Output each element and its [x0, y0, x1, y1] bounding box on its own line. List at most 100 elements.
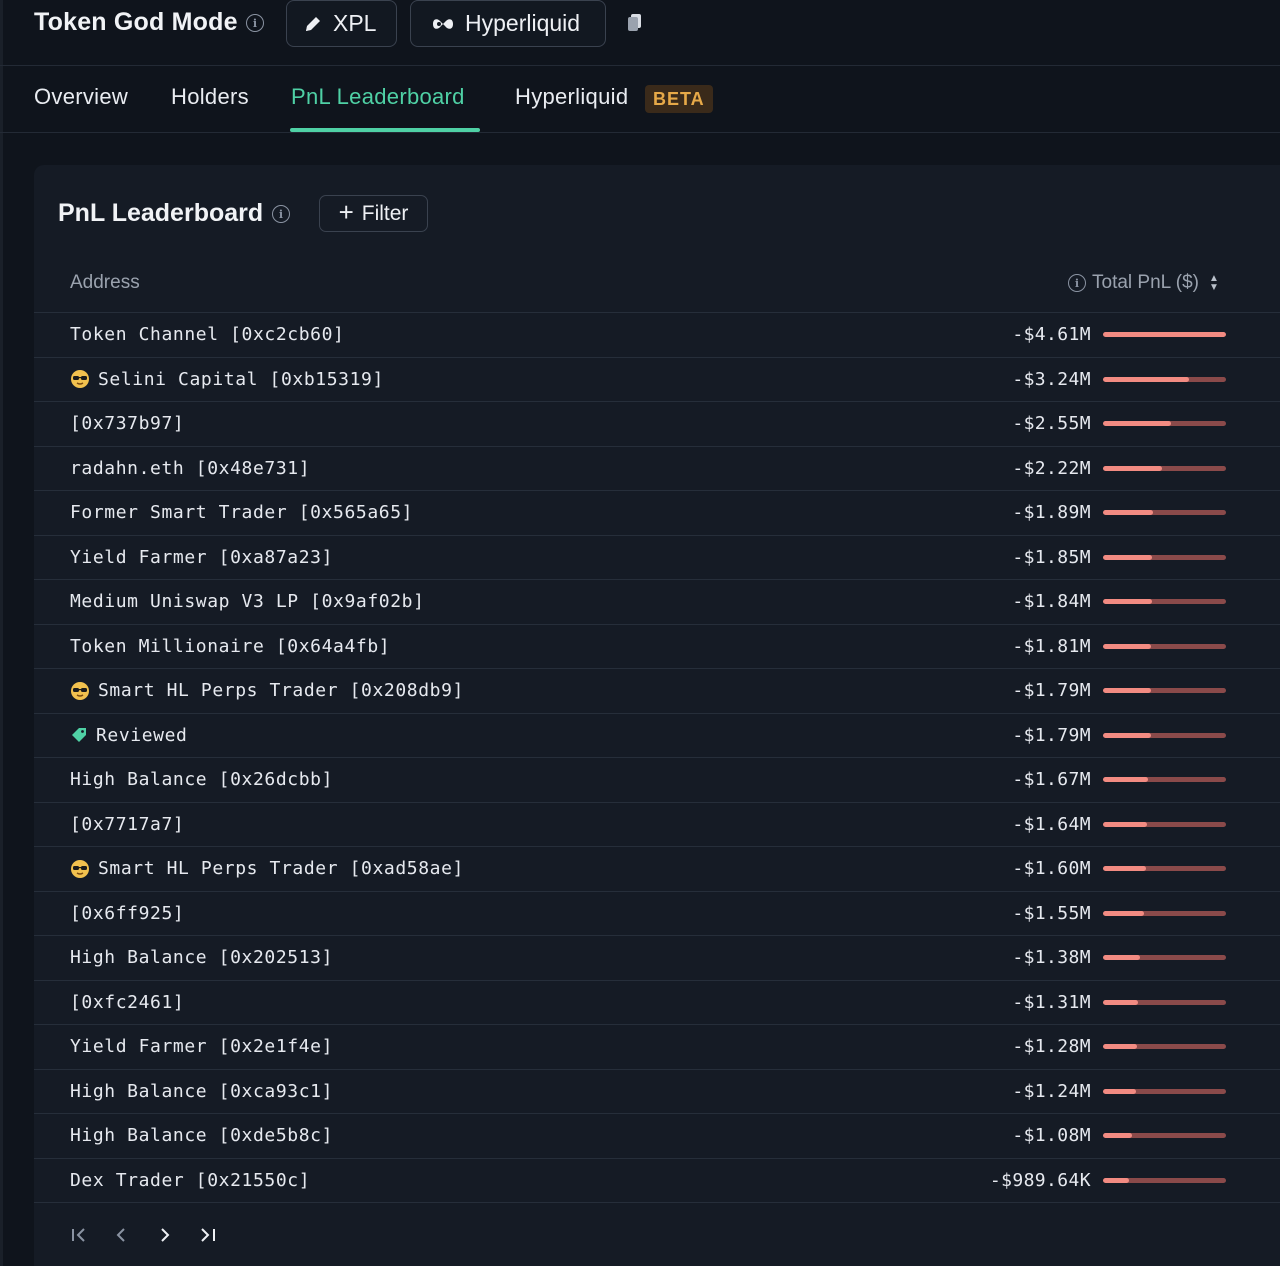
next-page-icon[interactable] [156, 1223, 199, 1247]
pnl-bar-fill [1103, 554, 1153, 560]
pnl-leaderboard-panel: PnL Leaderboard i + Filter Address i Tot… [34, 165, 1280, 1266]
first-page-icon[interactable] [70, 1223, 113, 1247]
pnl-bar [1103, 1177, 1226, 1183]
pnl-value: -$1.55M [1012, 902, 1091, 924]
address-label[interactable]: Dex Trader [0x21550c] [70, 1170, 310, 1191]
pnl-value: -$1.08M [1012, 1125, 1091, 1146]
tab-hyperliquid[interactable]: Hyperliquid [515, 84, 628, 110]
table-row[interactable]: High Balance [0x202513] -$1.38M [34, 936, 1280, 981]
info-icon[interactable]: i [1068, 274, 1086, 292]
address-text: Medium Uniswap V3 LP [0x9af02b] [70, 591, 425, 612]
pnl-bar [1103, 777, 1226, 782]
table-row[interactable]: High Balance [0xde5b8c] -$1.08M [34, 1114, 1280, 1159]
copy-icon[interactable] [627, 13, 643, 33]
table-row[interactable]: [0x7717a7] -$1.64M [34, 803, 1280, 847]
info-icon[interactable]: i [246, 14, 264, 32]
tab-holders[interactable]: Holders [171, 84, 249, 110]
address-label[interactable]: [0x7717a7] [70, 814, 184, 835]
address-label[interactable]: Former Smart Trader [0x565a65] [70, 502, 413, 523]
address-label[interactable]: Reviewed [70, 725, 188, 746]
pnl-bar [1103, 821, 1226, 827]
address-label[interactable]: [0x737b97] [70, 413, 184, 434]
address-label[interactable]: Smart HL Perps Trader [0xad58ae] [70, 858, 464, 879]
address-label[interactable]: Medium Uniswap V3 LP [0x9af02b] [70, 591, 425, 612]
plus-icon: + [338, 197, 354, 227]
tab-overview[interactable]: Overview [34, 84, 128, 110]
token-selector-button[interactable]: XPL [286, 0, 397, 47]
pnl-bar [1103, 1088, 1226, 1094]
pnl-bar-fill [1103, 999, 1138, 1005]
address-text: Smart HL Perps Trader [0x208db9] [98, 680, 464, 701]
info-icon[interactable]: i [272, 205, 290, 223]
address-label[interactable]: Token Channel [0xc2cb60] [70, 324, 345, 345]
address-label[interactable]: Yield Farmer [0xa87a23] [70, 547, 333, 568]
pnl-bar-fill [1103, 376, 1190, 382]
table-row[interactable]: Smart HL Perps Trader [0x208db9] -$1.79M [34, 669, 1280, 714]
column-header-total-pnl[interactable]: i Total PnL ($) ▲ ▼ [1068, 272, 1219, 294]
address-text: Selini Capital [0xb15319] [98, 368, 384, 390]
pnl-bar [1103, 910, 1226, 916]
pnl-bar-fill [1103, 821, 1147, 827]
address-text: Dex Trader [0x21550c] [70, 1169, 311, 1191]
pnl-bar [1103, 465, 1226, 471]
address-label[interactable]: Yield Farmer [0x2e1f4e] [70, 1036, 333, 1057]
address-label[interactable]: Token Millionaire [0x64a4fb] [70, 636, 390, 657]
pnl-bar [1103, 554, 1226, 560]
address-label[interactable]: [0x6ff925] [70, 903, 184, 924]
table-row[interactable]: [0xfc2461] -$1.31M [34, 981, 1280, 1025]
address-text: Reviewed [96, 724, 188, 746]
address-label[interactable]: [0xfc2461] [70, 992, 184, 1013]
table-row[interactable]: Token Millionaire [0x64a4fb] -$1.81M [34, 625, 1280, 669]
pnl-value: -$1.64M [1012, 813, 1091, 835]
last-page-icon[interactable] [199, 1223, 242, 1247]
sort-icon[interactable]: ▲ ▼ [1209, 274, 1219, 293]
address-label[interactable]: High Balance [0xca93c1] [70, 1081, 333, 1102]
pnl-bar-fill [1103, 732, 1151, 738]
table-row[interactable]: High Balance [0xca93c1] -$1.24M [34, 1070, 1280, 1114]
address-label[interactable]: High Balance [0xde5b8c] [70, 1125, 333, 1146]
table-row[interactable]: Token Channel [0xc2cb60] -$4.61M [34, 313, 1280, 358]
table-row[interactable]: Dex Trader [0x21550c] -$989.64K [34, 1159, 1280, 1203]
pnl-bar [1103, 688, 1226, 693]
address-text: [0x737b97] [70, 413, 185, 434]
pnl-value: -$2.55M [1012, 413, 1091, 434]
pnl-value: -$1.67M [1012, 769, 1091, 790]
address-label[interactable]: Selini Capital [0xb15319] [70, 369, 384, 390]
tab-pnl-leaderboard[interactable]: PnL Leaderboard [291, 84, 465, 110]
table-row[interactable]: Former Smart Trader [0x565a65] -$1.89M [34, 491, 1280, 536]
table-row[interactable]: High Balance [0x26dcbb] -$1.67M [34, 758, 1280, 803]
tab-bar: Overview Holders PnL Leaderboard Hyperli… [0, 66, 1280, 133]
sunglasses-emoji-icon [70, 369, 90, 389]
address-label[interactable]: Smart HL Perps Trader [0x208db9] [70, 680, 464, 701]
table-row[interactable]: [0x6ff925] -$1.55M [34, 892, 1280, 936]
table-row[interactable]: Yield Farmer [0x2e1f4e] -$1.28M [34, 1025, 1280, 1070]
panel-title: PnL Leaderboard [58, 199, 264, 227]
pnl-bar [1103, 955, 1226, 960]
pnl-value: -$1.84M [1012, 591, 1091, 612]
table-row[interactable]: Medium Uniswap V3 LP [0x9af02b] -$1.84M [34, 580, 1280, 625]
table-row[interactable]: Reviewed -$1.79M [34, 714, 1280, 758]
table-row[interactable]: Yield Farmer [0xa87a23] -$1.85M [34, 536, 1280, 580]
table-row[interactable]: Smart HL Perps Trader [0xad58ae] -$1.60M [34, 847, 1280, 892]
pnl-bar-fill [1103, 688, 1151, 693]
pnl-bar-fill [1103, 1177, 1130, 1183]
leaderboard-table-body: Token Channel [0xc2cb60] -$4.61M Selini Ca… [34, 313, 1280, 1203]
address-label[interactable]: radahn.eth [0x48e731] [70, 458, 310, 479]
table-row[interactable]: radahn.eth [0x48e731] -$2.22M [34, 447, 1280, 491]
table-row[interactable]: [0x737b97] -$2.55M [34, 402, 1280, 447]
previous-page-icon[interactable] [113, 1223, 156, 1247]
filter-button[interactable]: + Filter [319, 195, 428, 232]
address-text: Token Channel [0xc2cb60] [70, 324, 345, 345]
chain-selector-button[interactable]: Hyperliquid [410, 0, 606, 47]
pnl-bar [1103, 866, 1226, 871]
address-label[interactable]: High Balance [0x26dcbb] [70, 769, 333, 790]
pnl-bar-fill [1103, 955, 1140, 960]
pnl-bar [1103, 643, 1226, 649]
pnl-bar-fill [1103, 1133, 1132, 1138]
table-row[interactable]: Selini Capital [0xb15319] -$3.24M [34, 358, 1280, 402]
pnl-bar-fill [1103, 777, 1148, 782]
column-header-address[interactable]: Address [70, 272, 140, 294]
address-label[interactable]: High Balance [0x202513] [70, 947, 333, 968]
top-header: Token God Mode i XPL Hyperliquid [0, 0, 1280, 66]
pnl-value: -$1.89M [1012, 502, 1091, 523]
